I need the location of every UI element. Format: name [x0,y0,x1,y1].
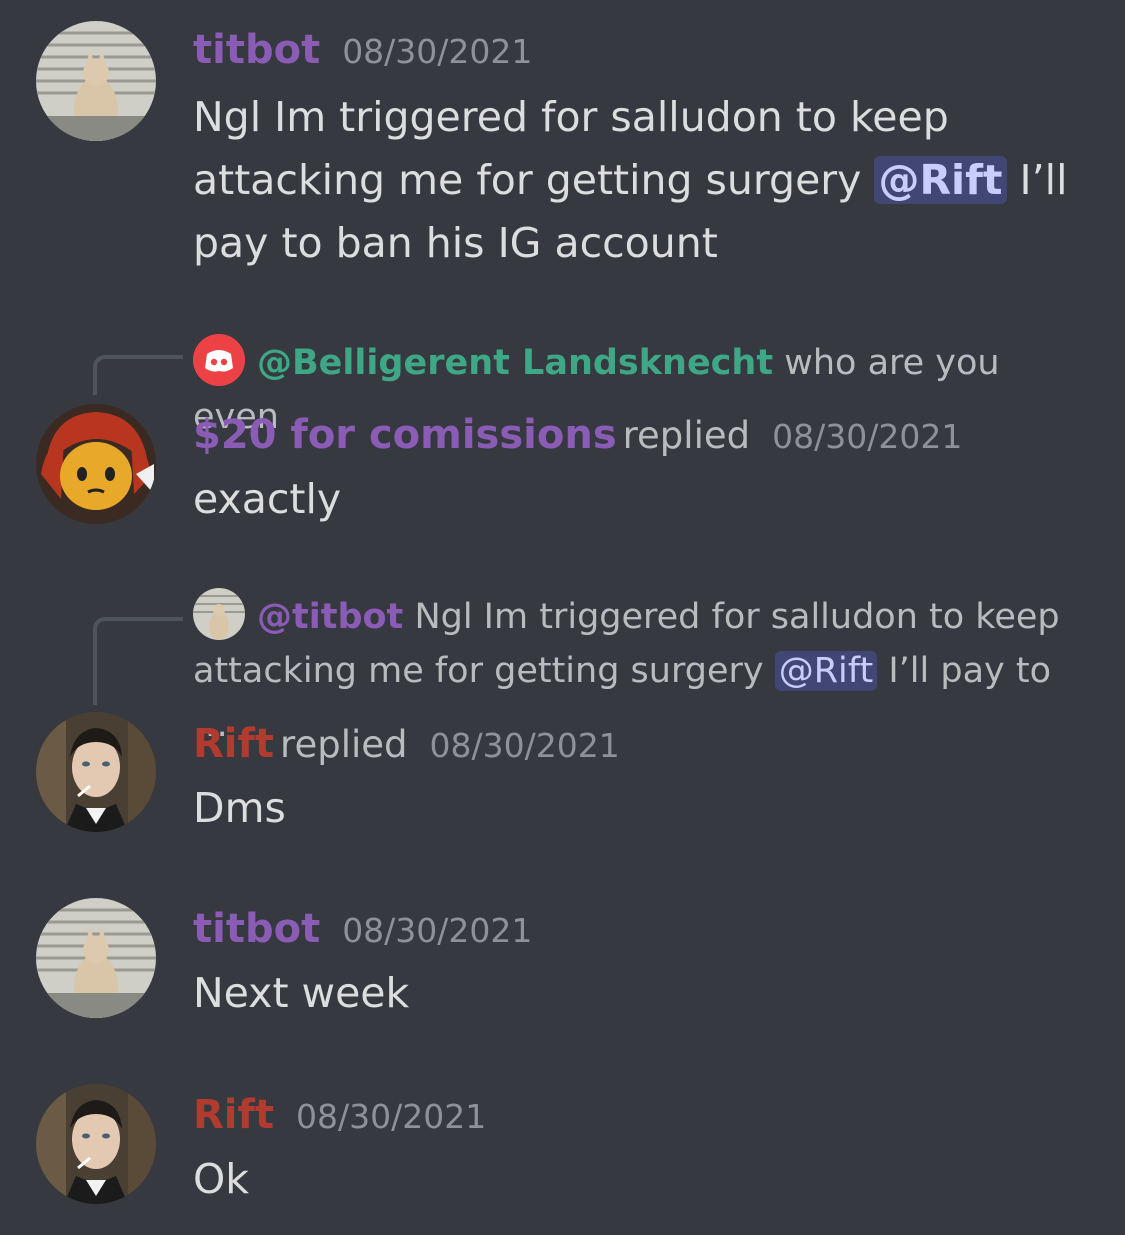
message-header: Rift 08/30/2021 [193,1092,486,1138]
replied-label: replied [622,414,751,457]
message-header: $20 for comissions replied 08/30/2021 [193,412,962,458]
reply-connector [93,355,183,395]
timestamp: 08/30/2021 [772,417,963,456]
discord-logo-icon [193,334,245,386]
replied-label: replied [280,723,408,766]
timestamp: 08/30/2021 [342,911,533,950]
message-header: titbot 08/30/2021 [193,27,532,73]
avatar-titbot-mini-icon [193,588,245,640]
timestamp: 08/30/2021 [342,32,533,71]
author-name[interactable]: Rift [193,1092,274,1138]
message-text: Ngl Im triggered for salludon to keep at… [193,86,1073,275]
author-name[interactable]: Rift [193,721,274,767]
message-header: titbot 08/30/2021 [193,906,532,952]
reply-author[interactable]: @titbot [257,597,403,637]
message-text: Next week [193,969,410,1017]
avatar-commissions[interactable] [36,404,156,524]
timestamp: 08/30/2021 [429,726,620,765]
reply-author[interactable]: @Belligerent Landsknecht [257,343,773,383]
message-text: Dms [193,784,286,832]
timestamp: 08/30/2021 [296,1097,487,1136]
mention-rift[interactable]: @Rift [774,651,878,691]
message-header: Rift replied 08/30/2021 [193,721,620,767]
author-name[interactable]: titbot [193,27,320,73]
avatar-rift[interactable] [36,712,156,832]
message-text: Ok [193,1155,250,1203]
mention-rift[interactable]: @Rift [874,156,1007,204]
author-name[interactable]: titbot [193,906,320,952]
author-name[interactable]: $20 for comissions [193,412,617,458]
avatar-rift[interactable] [36,1084,156,1204]
avatar-titbot[interactable] [36,21,156,141]
reply-connector [93,617,183,705]
message-text-part: Ngl Im triggered for salludon to keep at… [193,93,949,204]
avatar-titbot[interactable] [36,898,156,1018]
message-text: exactly [193,475,342,523]
